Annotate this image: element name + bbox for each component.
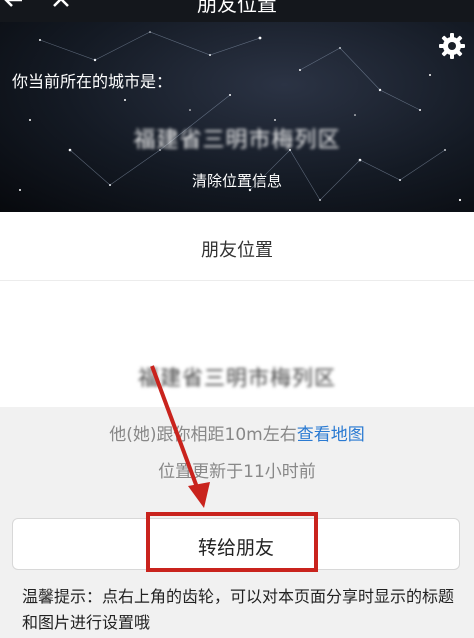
distance-info: 他(她)跟你相距10m左右查看地图 [0, 420, 474, 445]
location-header: 朋友位置 你当前所在的城市是： 福建省三明市梅列区 清除位置信息 [0, 0, 474, 212]
card-title: 朋友位置 [201, 240, 273, 261]
friend-location-value: 福建省三明市梅列区 [138, 366, 336, 390]
friend-location-card: 朋友位置 福建省三明市梅列区 [0, 212, 474, 407]
current-city-value: 福建省三明市梅列区 [133, 128, 341, 153]
current-city-label: 你当前所在的城市是： [12, 72, 173, 91]
page-title: 朋友位置 [197, 0, 277, 16]
clear-location-link[interactable]: 清除位置信息 [0, 170, 474, 191]
annotation-highlight-box [146, 512, 318, 572]
view-map-link[interactable]: 查看地图 [297, 425, 365, 445]
update-time-text: 位置更新于11小时前 [158, 462, 316, 482]
gear-icon[interactable] [438, 32, 466, 60]
divider [0, 280, 474, 281]
tip-text: 温馨提示：点右上角的齿轮，可以对本页面分享时显示的标题和图片进行设置哦 [22, 587, 455, 632]
top-bar: 朋友位置 [0, 0, 474, 22]
distance-text: 他(她)跟你相距10m左右 [109, 425, 297, 445]
